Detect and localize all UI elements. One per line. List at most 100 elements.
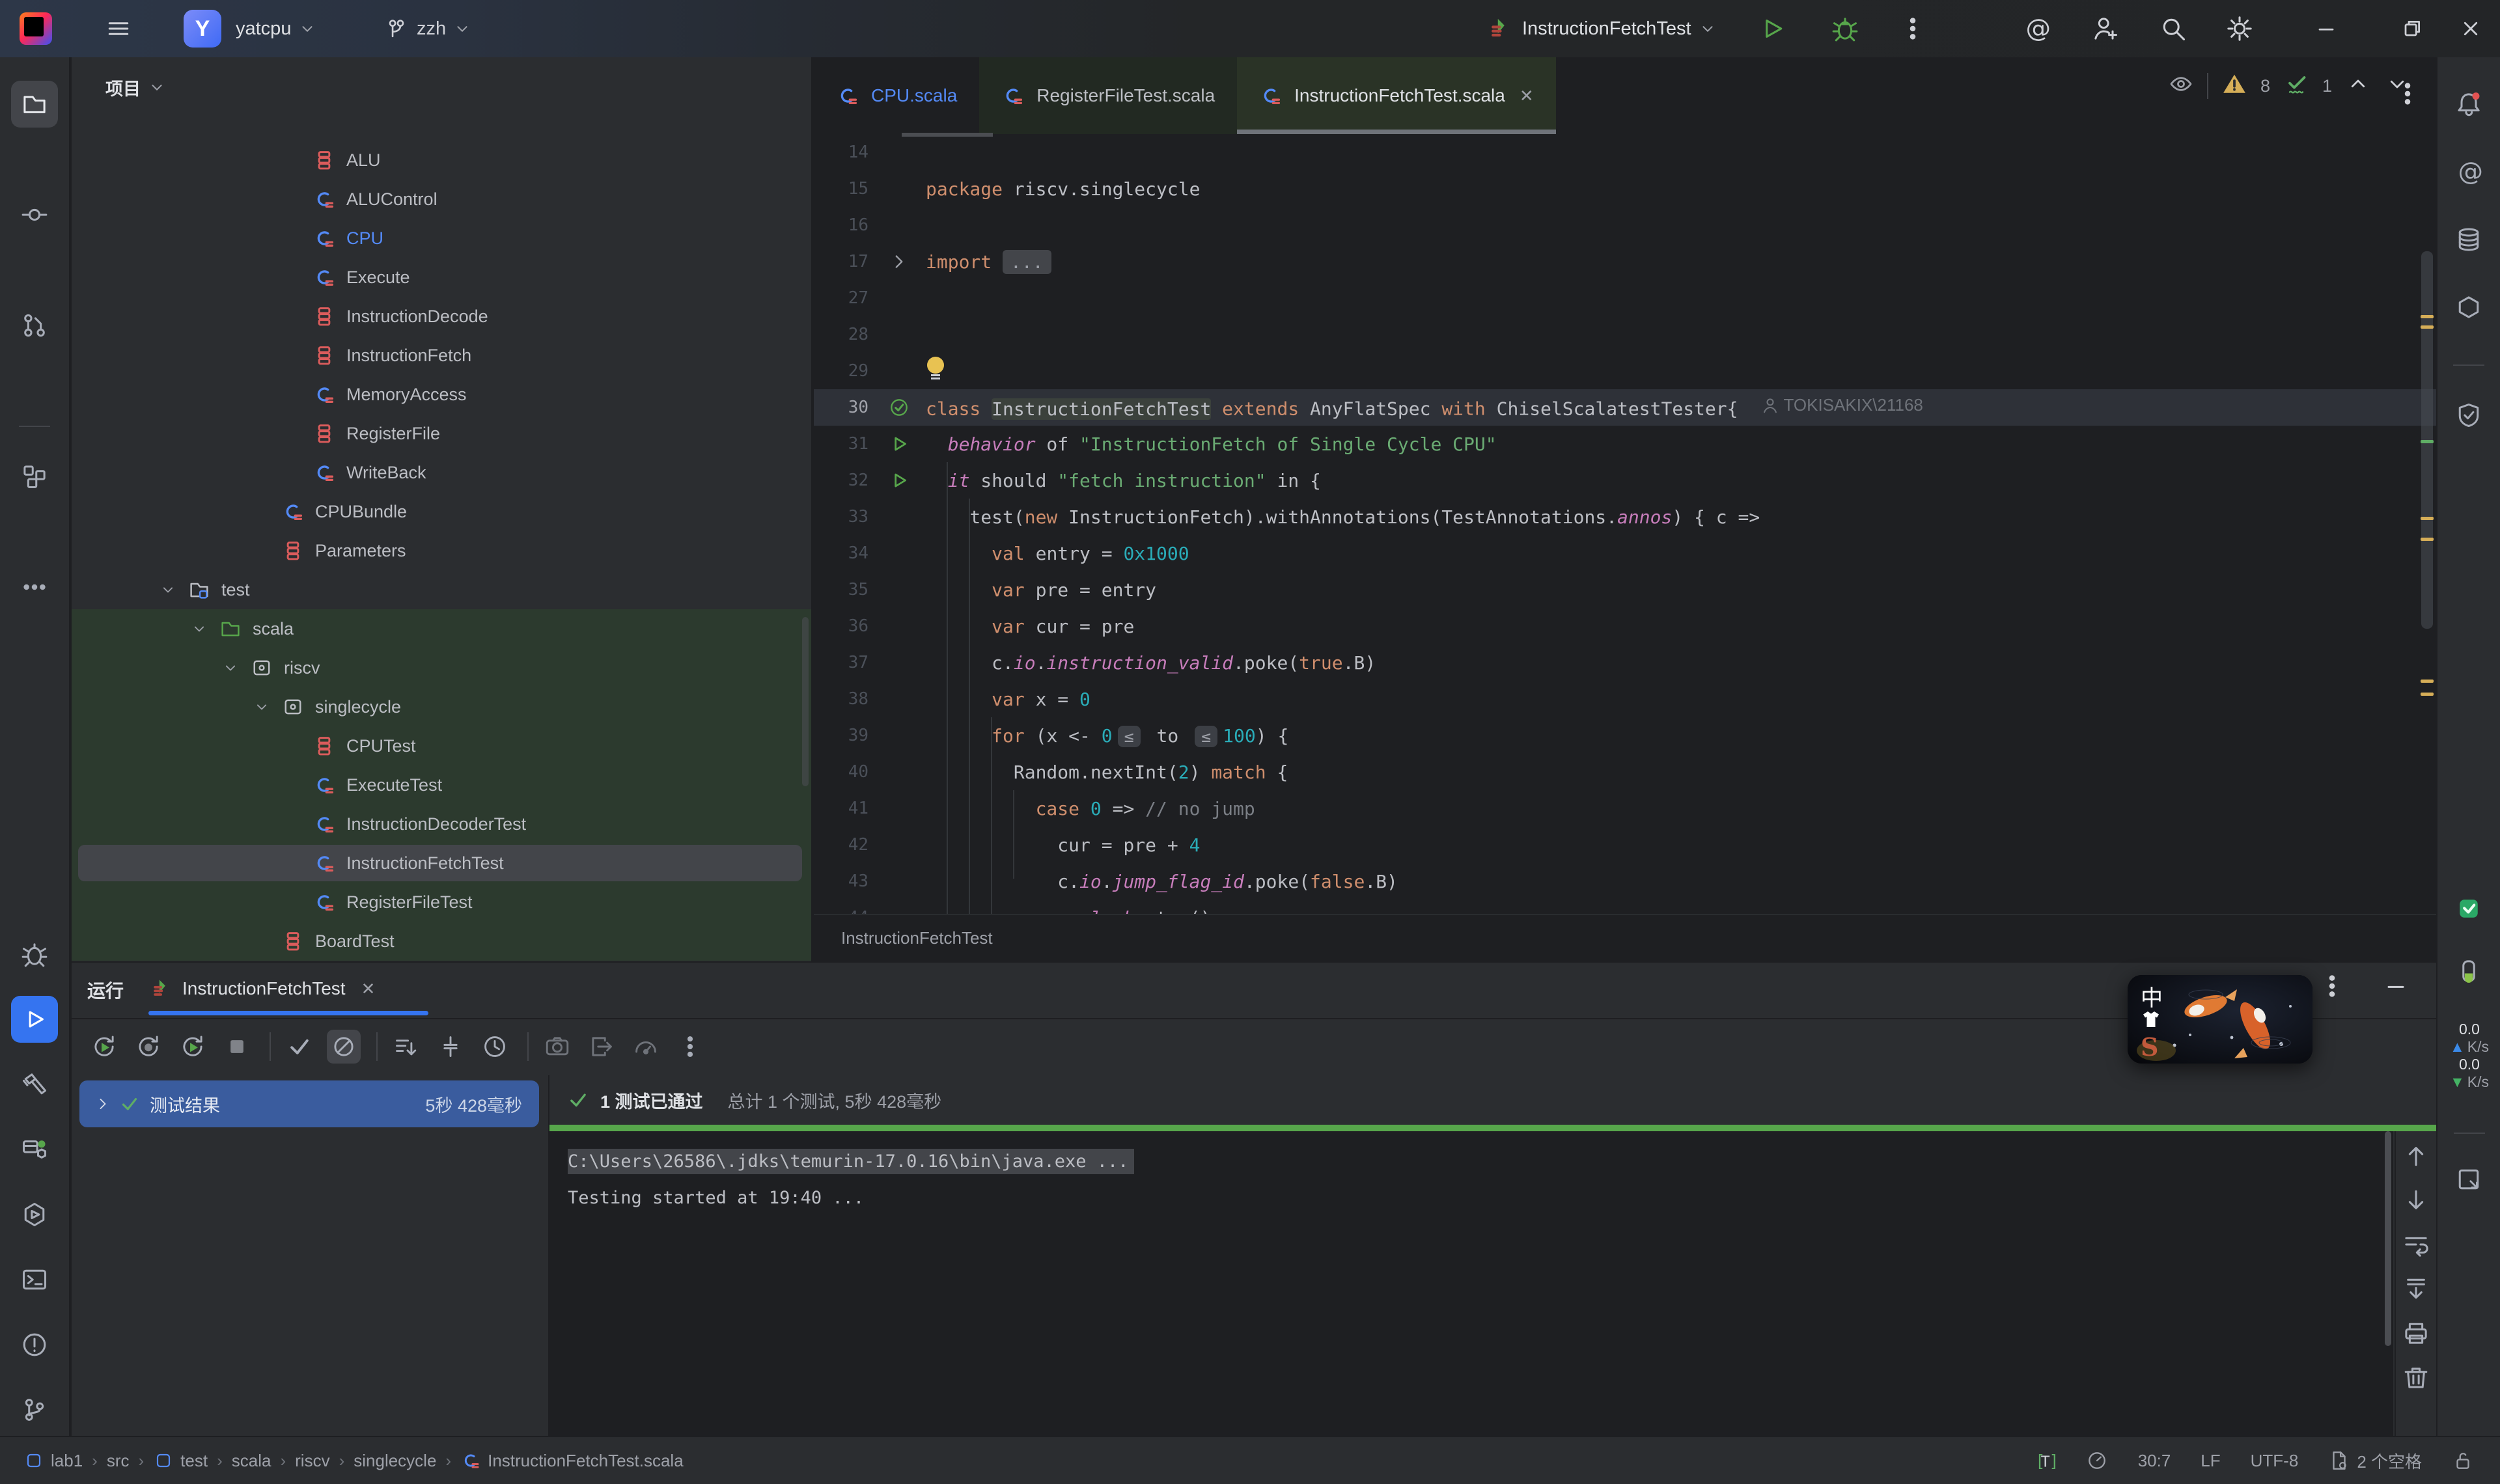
tree-item-RegisterFile[interactable]: RegisterFile [72, 414, 811, 453]
intention-bulb-icon[interactable] [926, 357, 945, 381]
main-menu-icon[interactable] [104, 14, 133, 43]
code-line-30[interactable]: 30class InstructionFetchTest extends Any… [814, 389, 2436, 426]
tree-item-CPUBundle[interactable]: CPUBundle [72, 492, 811, 531]
editor-tab-InstructionFetchTest.scala[interactable]: InstructionFetchTest.scala✕ [1237, 57, 1556, 134]
code-line-29[interactable]: 29 [814, 353, 2436, 389]
notifications-icon[interactable] [2445, 81, 2492, 128]
breadcrumb-riscv[interactable]: riscv [295, 1451, 329, 1471]
build-icon[interactable] [11, 1061, 58, 1108]
chevron-down-icon[interactable] [159, 581, 177, 599]
encoding[interactable]: UTF-8 [2251, 1451, 2299, 1471]
breadcrumb-src[interactable]: src [107, 1451, 130, 1471]
code-line-40[interactable]: 40 Random.nextInt(2) match { [814, 754, 2436, 790]
run-icon[interactable] [11, 996, 58, 1043]
code-line-16[interactable]: 16 [814, 207, 2436, 243]
breadcrumb-scala[interactable]: scala [232, 1451, 271, 1471]
search-everywhere-icon[interactable] [2159, 14, 2188, 43]
breadcrumb-singlecycle[interactable]: singlecycle [354, 1451, 436, 1471]
code-line-41[interactable]: 41 case 0 => // no jump [814, 790, 2436, 827]
tree-item-WriteBack[interactable]: WriteBack [72, 453, 811, 492]
code-line-27[interactable]: 27 [814, 280, 2436, 316]
services-icon[interactable] [11, 1126, 58, 1173]
tree-item-CPUTest[interactable]: CPUTest [72, 726, 811, 765]
more-options-icon[interactable] [2318, 972, 2346, 1000]
line-ending[interactable]: LF [2201, 1451, 2220, 1471]
tree-item-ExecuteTest[interactable]: ExecuteTest [72, 765, 811, 804]
code-line-15[interactable]: 15package riscv.singlecycle [814, 171, 2436, 207]
indent-config[interactable]: 2 个空格 [2328, 1449, 2422, 1473]
hide-panel-icon[interactable] [2382, 972, 2410, 1000]
problems-icon[interactable] [11, 1321, 58, 1368]
export-icon[interactable] [585, 1030, 618, 1064]
tree-item-InstructionDecode[interactable]: InstructionDecode [72, 297, 811, 336]
version-control-icon[interactable] [11, 1386, 58, 1433]
debug-icon[interactable] [11, 931, 58, 978]
project-scrollbar[interactable] [802, 617, 809, 786]
code-editor[interactable]: 1415package riscv.singlecycle1617import … [814, 134, 2436, 914]
breadcrumb[interactable]: InstructionFetchTest [841, 928, 993, 948]
chevron-down-icon[interactable] [190, 620, 208, 638]
close-icon[interactable]: ✕ [361, 979, 376, 999]
hexagon-icon[interactable] [2445, 284, 2492, 331]
screen-capture-icon[interactable] [2445, 1156, 2492, 1203]
editor-scrollbar[interactable] [2419, 134, 2436, 914]
tree-item-test[interactable]: test [72, 570, 811, 609]
printer-icon[interactable] [2402, 1319, 2430, 1347]
code-line-17[interactable]: 17import ... [814, 243, 2436, 280]
trash-icon[interactable] [2402, 1363, 2430, 1392]
prev-problem-icon[interactable] [2345, 71, 2371, 102]
tree-item-ALUControl[interactable]: ALUControl [72, 180, 811, 219]
ai-assistant-icon[interactable]: @ [2022, 14, 2051, 43]
arrow-down-icon[interactable] [2402, 1186, 2430, 1215]
arrow-up-icon[interactable] [2402, 1142, 2430, 1170]
breadcrumb-InstructionFetchTest.scala[interactable]: InstructionFetchTest.scala [460, 1450, 684, 1471]
debug-button[interactable] [1831, 14, 1859, 43]
pull-requests-icon[interactable] [11, 302, 58, 349]
tree-item-InstructionDecoderTest[interactable]: InstructionDecoderTest [72, 804, 811, 844]
snapshot-icon[interactable] [540, 1030, 574, 1064]
run-test-gutter-icon[interactable] [878, 433, 921, 455]
test-results-row[interactable]: 测试结果 5秒 428毫秒 [79, 1080, 539, 1127]
project-widget[interactable]: Y yatcpu [184, 9, 317, 48]
settings-icon[interactable] [2225, 14, 2254, 43]
more-actions-icon[interactable] [1898, 14, 1927, 43]
database-icon[interactable] [2445, 216, 2492, 263]
stop-icon[interactable] [220, 1030, 254, 1064]
sbt-icon[interactable] [11, 1191, 58, 1238]
breadcrumb-lab1[interactable]: lab1 [23, 1450, 83, 1471]
ai-assistant-icon[interactable]: @ [2445, 148, 2492, 195]
code-line-43[interactable]: 43 c.io.jump_flag_id.poke(false.B) [814, 863, 2436, 900]
collapse-icon[interactable] [434, 1030, 467, 1064]
run-tab[interactable]: InstructionFetchTest ✕ [148, 963, 375, 1015]
gauge-tool-icon[interactable] [629, 1030, 663, 1064]
editor-tab-RegisterFileTest.scala[interactable]: RegisterFileTest.scala [979, 57, 1237, 134]
code-line-31[interactable]: 31 behavior of "InstructionFetch of Sing… [814, 426, 2436, 462]
console-output[interactable]: C:\Users\26586\.jdks\temurin-17.0.16\bin… [549, 1131, 2393, 1437]
readonly-toggle[interactable] [2452, 1450, 2474, 1472]
battery-icon[interactable] [2445, 948, 2492, 995]
rerun-failed-icon[interactable] [132, 1030, 165, 1064]
project-panel-header[interactable]: 项目 [72, 57, 811, 117]
tree-item-riscv[interactable]: riscv [72, 648, 811, 687]
code-line-33[interactable]: 33 test(new InstructionFetch).withAnnota… [814, 499, 2436, 535]
test-passed-gutter-icon[interactable] [878, 396, 921, 419]
memory-indicator[interactable] [2086, 1450, 2108, 1472]
code-line-36[interactable]: 36 var cur = pre [814, 608, 2436, 644]
more-v-icon[interactable] [673, 1030, 707, 1064]
chevron-down-icon[interactable] [253, 698, 271, 716]
branch-widget[interactable]: zzh [384, 13, 472, 44]
code-line-32[interactable]: 32 it should "fetch instruction" in { [814, 462, 2436, 499]
tree-item-CPU[interactable]: CPU [72, 219, 811, 258]
chevron-down-icon[interactable] [221, 659, 240, 677]
show-passed-icon[interactable] [283, 1030, 316, 1064]
structure-icon[interactable] [11, 453, 58, 500]
commit-icon[interactable] [11, 191, 58, 238]
history-icon[interactable] [478, 1030, 512, 1064]
soft-wrap-icon[interactable] [2402, 1230, 2430, 1259]
terminal-icon[interactable] [11, 1256, 58, 1303]
translate-indicator[interactable]: [T] [2034, 1450, 2056, 1472]
tree-item-Parameters[interactable]: Parameters [72, 531, 811, 570]
run-configuration[interactable]: InstructionFetchTest [1486, 9, 1717, 48]
code-line-35[interactable]: 35 var pre = entry [814, 571, 2436, 608]
scrollbar-thumb[interactable] [2385, 1131, 2391, 1346]
